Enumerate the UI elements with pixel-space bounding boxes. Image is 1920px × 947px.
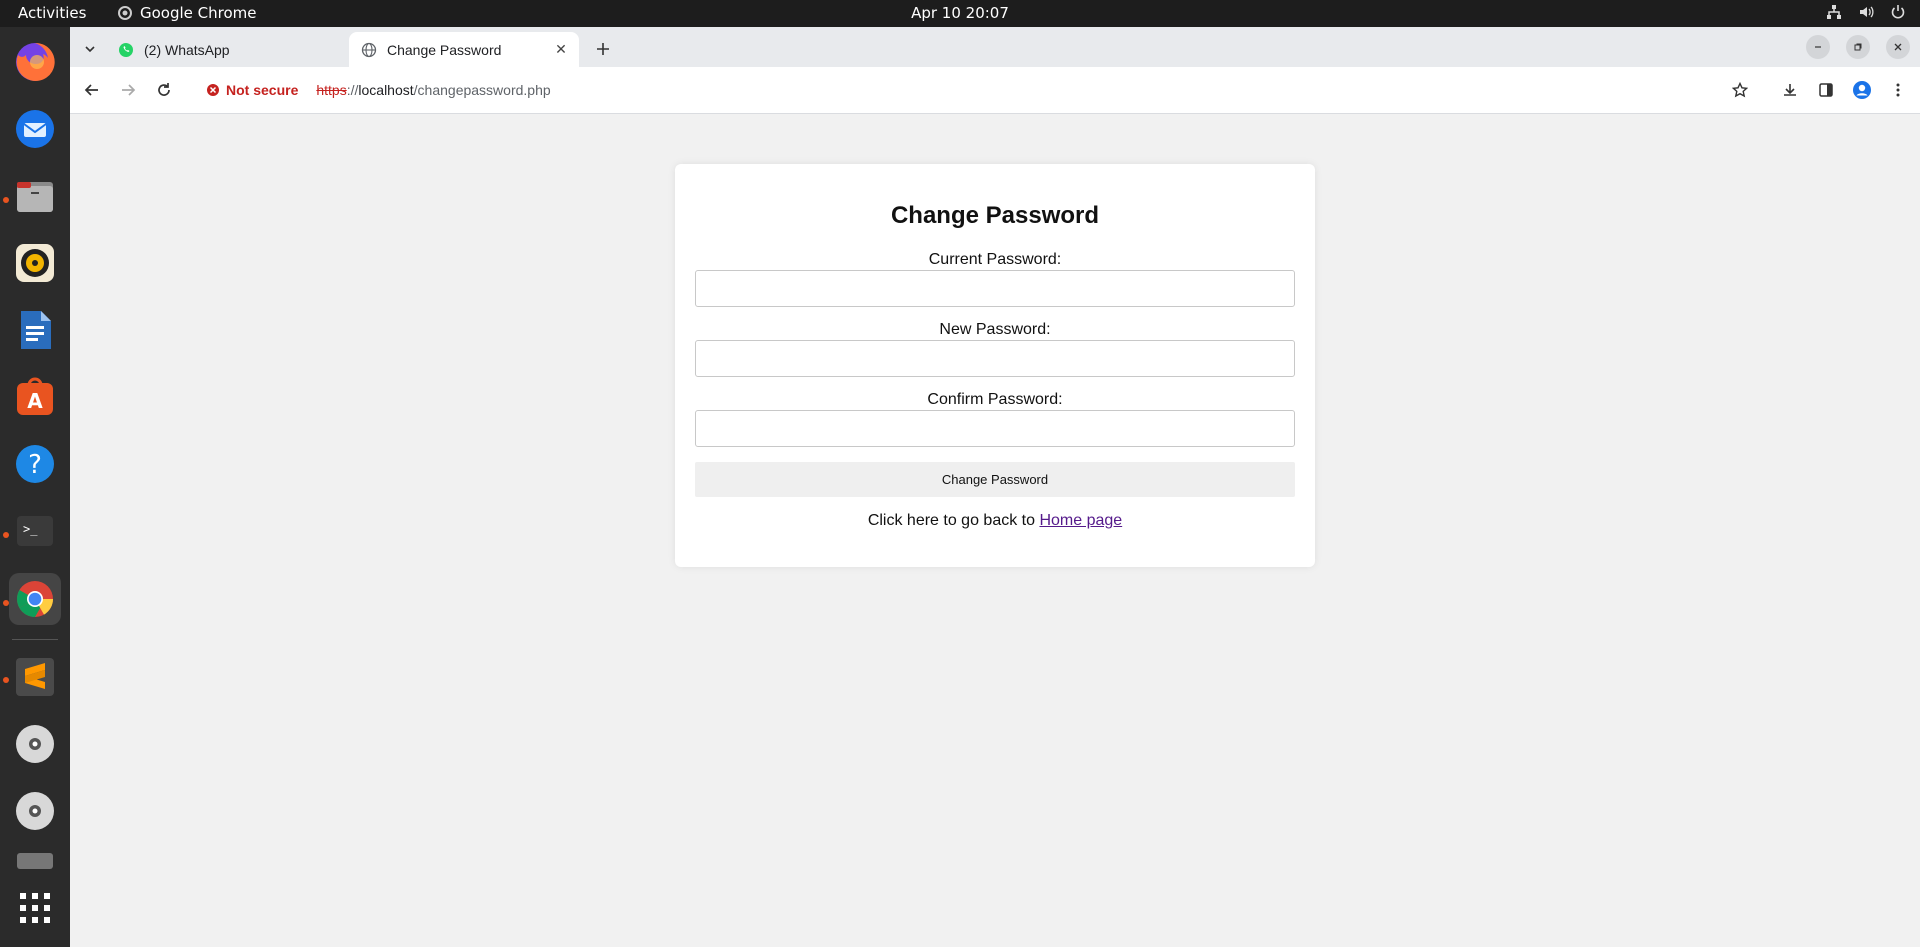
- close-window-button[interactable]: [1886, 35, 1910, 59]
- url-separator: ://: [346, 82, 359, 98]
- whatsapp-icon: [118, 42, 134, 58]
- new-password-label: New Password:: [939, 321, 1051, 338]
- system-top-bar: Activities Google Chrome Apr 10 20:07: [0, 0, 1920, 27]
- page-title: Change Password: [890, 202, 1100, 229]
- firefox-icon[interactable]: [9, 36, 61, 88]
- volume-icon[interactable]: [1858, 4, 1874, 20]
- back-button[interactable]: [80, 78, 104, 102]
- app-menu[interactable]: Google Chrome: [118, 4, 257, 22]
- app-center-icon[interactable]: A: [9, 371, 61, 423]
- minimize-icon: [1815, 46, 1821, 48]
- svg-text:?: ?: [28, 450, 42, 480]
- side-panel-icon: [1819, 83, 1833, 97]
- clock[interactable]: Apr 10 20:07: [911, 4, 1009, 22]
- kebab-menu-icon: [1896, 83, 1900, 97]
- downloads-button[interactable]: [1778, 78, 1802, 102]
- app-name: Google Chrome: [140, 4, 257, 22]
- tab-change-password[interactable]: Change Password ✕: [349, 32, 579, 67]
- close-icon[interactable]: ✕: [551, 40, 571, 60]
- show-apps-icon[interactable]: [9, 882, 61, 934]
- browser-toolbar: Not secure https://localhost/changepassw…: [70, 67, 1920, 114]
- help-icon[interactable]: ?: [9, 438, 61, 490]
- thunderbird-icon[interactable]: [9, 103, 61, 155]
- reload-button[interactable]: [152, 78, 176, 102]
- network-icon[interactable]: [1826, 4, 1842, 20]
- globe-icon: [361, 42, 377, 58]
- menu-button[interactable]: [1886, 78, 1910, 102]
- terminal-icon[interactable]: >_: [9, 505, 61, 557]
- removable-drive-icon[interactable]: [9, 849, 61, 869]
- back-to-home-text: Click here to go back to Home page: [675, 512, 1315, 530]
- download-icon: [1784, 84, 1796, 96]
- disc-icon[interactable]: [9, 718, 61, 770]
- arrow-right-icon: [122, 84, 136, 96]
- svg-text:A: A: [27, 389, 43, 413]
- current-password-input[interactable]: [695, 270, 1295, 307]
- url-path: /changepassword.php: [413, 82, 551, 98]
- minimize-button[interactable]: [1806, 35, 1830, 59]
- security-label: Not secure: [226, 82, 299, 98]
- current-password-label: Current Password:: [928, 251, 1062, 268]
- reload-icon: [158, 83, 170, 96]
- arrow-left-icon: [84, 84, 98, 96]
- browser-window: (2) WhatsApp ✕ Change Password ✕: [70, 27, 1920, 114]
- star-icon: [1732, 82, 1748, 98]
- back-prompt: Click here to go back to: [867, 512, 1040, 529]
- side-panel-button[interactable]: [1814, 78, 1838, 102]
- new-tab-button[interactable]: [590, 36, 616, 62]
- rhythmbox-icon[interactable]: [9, 237, 61, 289]
- chrome-icon[interactable]: [9, 573, 61, 625]
- page-content: Change Password Current Password: New Pa…: [70, 114, 1920, 947]
- system-tray[interactable]: [1826, 4, 1906, 20]
- profile-button[interactable]: [1850, 78, 1874, 102]
- activities-button[interactable]: Activities: [18, 4, 86, 22]
- sublime-text-icon[interactable]: [9, 651, 61, 703]
- tab-strip: (2) WhatsApp ✕ Change Password ✕: [70, 27, 1920, 67]
- chrome-small-icon: [118, 6, 132, 20]
- change-password-card: Change Password Current Password: New Pa…: [675, 164, 1315, 567]
- tab-title: Change Password: [387, 41, 502, 58]
- new-password-input[interactable]: [695, 340, 1295, 377]
- restore-icon: [1854, 43, 1862, 51]
- files-icon[interactable]: [9, 170, 61, 222]
- chevron-down-icon: [85, 46, 95, 53]
- tab-search-button[interactable]: [78, 37, 102, 61]
- url-scheme: https: [316, 82, 347, 98]
- change-password-button[interactable]: Change Password: [695, 462, 1295, 497]
- libreoffice-writer-icon[interactable]: [9, 304, 61, 356]
- plus-icon: [597, 43, 609, 55]
- restore-button[interactable]: [1846, 35, 1870, 59]
- url-host: localhost: [358, 82, 414, 98]
- home-page-link[interactable]: Home page: [1039, 512, 1122, 529]
- url-text[interactable]: https://localhost/changepassword.php: [316, 82, 550, 98]
- confirm-password-input[interactable]: [695, 410, 1295, 447]
- dock: A ? >_: [0, 27, 70, 947]
- forward-button[interactable]: [116, 78, 140, 102]
- avatar-icon: [1853, 81, 1871, 99]
- address-bar[interactable]: Not secure https://localhost/changepassw…: [192, 73, 1762, 107]
- close-icon: [1894, 43, 1902, 51]
- svg-text:>_: >_: [23, 522, 38, 536]
- power-icon[interactable]: [1890, 4, 1906, 20]
- warning-icon: [207, 84, 219, 96]
- security-indicator[interactable]: Not secure: [206, 82, 298, 98]
- confirm-password-label: Confirm Password:: [927, 391, 1063, 408]
- bookmark-button[interactable]: [1728, 78, 1752, 102]
- disc-icon[interactable]: [9, 785, 61, 837]
